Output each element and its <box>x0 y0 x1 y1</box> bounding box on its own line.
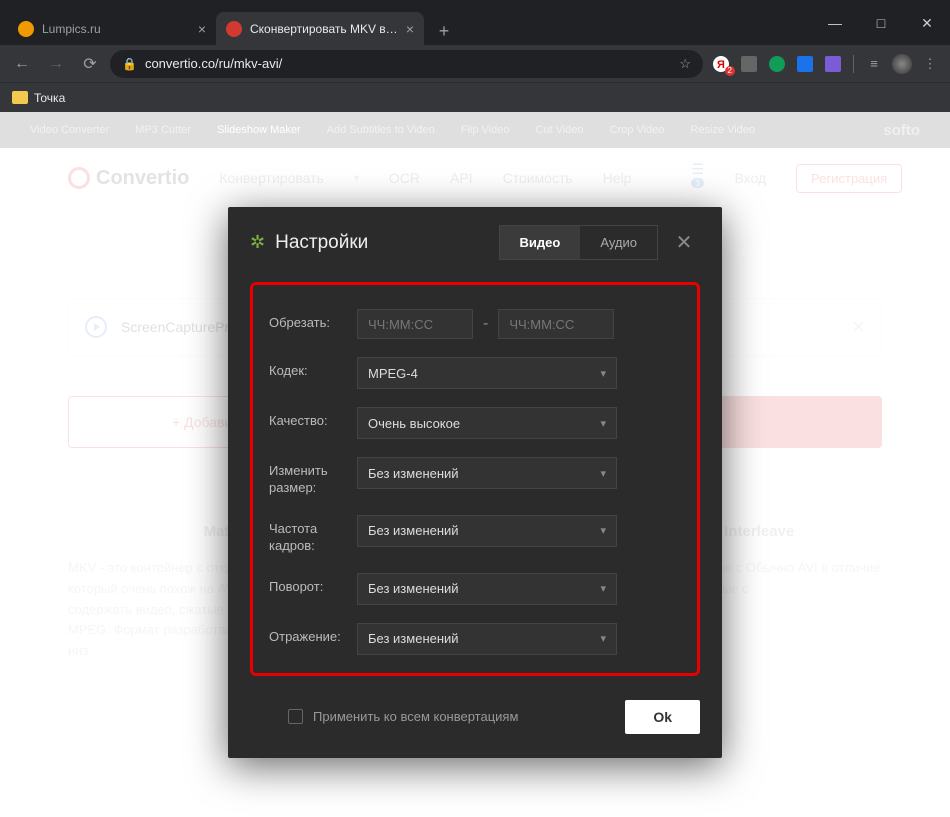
rotate-select[interactable]: Без изменений▾ <box>357 573 617 605</box>
gear-icon: ✲ <box>250 232 265 253</box>
lock-icon: 🔒 <box>122 57 137 71</box>
codec-select[interactable]: MPEG-4▾ <box>357 357 617 389</box>
reading-list-icon[interactable]: ≡ <box>862 52 886 76</box>
window-close[interactable]: ✕ <box>904 8 950 38</box>
ext-icon[interactable] <box>821 52 845 76</box>
chevron-down-icon: ▾ <box>600 524 606 537</box>
ext-icon[interactable] <box>737 52 761 76</box>
chevron-down-icon: ▾ <box>600 582 606 595</box>
yandex-ext-icon[interactable]: Я 2 <box>709 52 733 76</box>
flip-select[interactable]: Без изменений▾ <box>357 623 617 655</box>
nav-reload-button[interactable]: ⟳ <box>76 50 104 78</box>
tab-video[interactable]: Видео <box>500 226 581 259</box>
profile-avatar[interactable] <box>890 52 914 76</box>
bookmark-item[interactable]: Точка <box>34 91 65 105</box>
dash: - <box>483 315 488 333</box>
close-icon[interactable]: × <box>198 21 206 37</box>
tab-label: Lumpics.ru <box>42 22 190 36</box>
ok-button[interactable]: Ok <box>625 700 700 734</box>
favicon-icon <box>18 21 34 37</box>
label-codec: Кодек: <box>269 357 357 380</box>
label-flip: Отражение: <box>269 623 357 646</box>
label-fps: Частота кадров: <box>269 515 357 555</box>
chevron-down-icon: ▾ <box>600 467 606 480</box>
nav-forward-button: → <box>42 50 70 78</box>
resize-select[interactable]: Без изменений▾ <box>357 457 617 489</box>
label-trim: Обрезать: <box>269 309 357 332</box>
close-icon[interactable]: ✕ <box>668 230 700 255</box>
tab-audio[interactable]: Аудио <box>580 226 657 259</box>
nav-back-button[interactable]: ← <box>8 50 36 78</box>
url-text: convertio.co/ru/mkv-avi/ <box>145 56 282 71</box>
fps-select[interactable]: Без изменений▾ <box>357 515 617 547</box>
favicon-icon <box>226 21 242 37</box>
chevron-down-icon: ▾ <box>600 417 606 430</box>
bookmark-folder-icon <box>12 91 28 104</box>
window-minimize[interactable]: — <box>812 8 858 38</box>
window-maximize[interactable]: □ <box>858 8 904 38</box>
ext-abp-icon[interactable] <box>765 52 789 76</box>
new-tab-button[interactable]: + <box>430 17 458 45</box>
svg-text:Я: Я <box>717 59 725 71</box>
label-quality: Качество: <box>269 407 357 430</box>
label-resize: Изменить размер: <box>269 457 357 497</box>
tab-label: Сконвертировать MKV в AVI он <box>250 22 398 36</box>
menu-icon[interactable]: ⋮ <box>918 52 942 76</box>
modal-title: Настройки <box>275 232 498 254</box>
apply-all-checkbox[interactable]: Применить ко всем конвертациям <box>250 709 605 724</box>
browser-tab-lumpics[interactable]: Lumpics.ru × <box>8 12 216 45</box>
badge: 2 <box>725 66 735 76</box>
address-bar[interactable]: 🔒 convertio.co/ru/mkv-avi/ ☆ <box>110 50 703 78</box>
settings-modal: ✲ Настройки Видео Аудио ✕ Обрезать: - <box>228 207 722 758</box>
star-icon[interactable]: ☆ <box>679 56 691 72</box>
checkbox-icon <box>288 709 303 724</box>
trim-end-input[interactable] <box>498 309 614 339</box>
ext-icon[interactable] <box>793 52 817 76</box>
chevron-down-icon: ▾ <box>600 367 606 380</box>
browser-tab-convertio[interactable]: Сконвертировать MKV в AVI он × <box>216 12 424 45</box>
label-rotate: Поворот: <box>269 573 357 596</box>
quality-select[interactable]: Очень высокое▾ <box>357 407 617 439</box>
chevron-down-icon: ▾ <box>600 632 606 645</box>
trim-start-input[interactable] <box>357 309 473 339</box>
close-icon[interactable]: × <box>406 21 414 37</box>
